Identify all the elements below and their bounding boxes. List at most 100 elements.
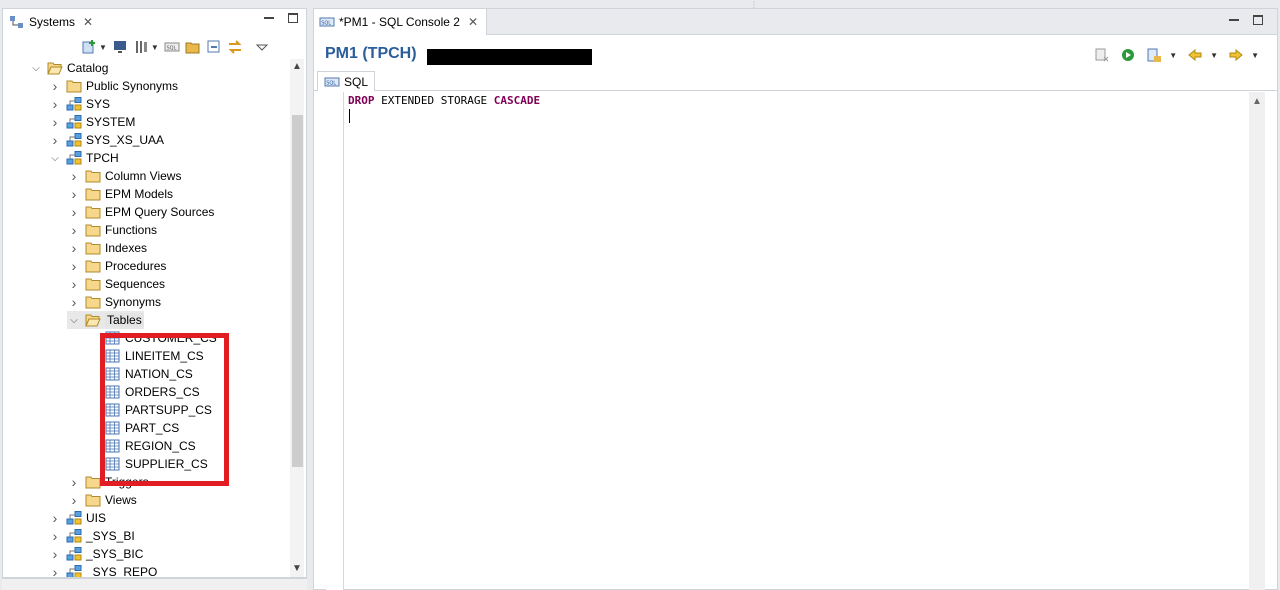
sql-tabbar: SQL SQL — [314, 71, 1277, 91]
chevron-right-icon[interactable]: › — [48, 114, 62, 130]
folder-node[interactable]: › EPM Models — [67, 185, 173, 203]
chevron-down-icon[interactable]: ⌵ — [48, 153, 62, 164]
close-icon[interactable]: ✕ — [83, 15, 93, 29]
history-icon[interactable] — [1146, 47, 1162, 63]
folder-node[interactable]: › Functions — [67, 221, 157, 239]
table-node[interactable]: CUSTOMER_CS — [87, 329, 217, 347]
open-folder-icon[interactable] — [185, 39, 201, 55]
folder-node[interactable]: › Procedures — [67, 257, 167, 275]
tab-systems[interactable]: Systems ✕ — [3, 9, 99, 35]
sql-editor[interactable]: DROP EXTENDED STORAGE CASCADE ▲ — [314, 92, 1277, 590]
tree-node-label: EPM Query Sources — [105, 205, 215, 219]
chevron-right-icon[interactable]: › — [67, 222, 81, 238]
scroll-up-icon[interactable]: ▲ — [290, 61, 304, 75]
folder-icon — [85, 313, 101, 327]
schema-icon — [66, 529, 82, 543]
tree-scrollbar[interactable]: ▲ ▼ — [290, 59, 304, 577]
chevron-right-icon[interactable]: › — [48, 510, 62, 526]
schema-node[interactable]: › _SYS_BI — [48, 527, 135, 545]
chevron-right-icon[interactable]: › — [48, 96, 62, 112]
maximize-button[interactable] — [288, 13, 298, 23]
schema-node[interactable]: › SYSTEM — [48, 113, 136, 131]
clear-icon[interactable] — [1094, 47, 1110, 63]
chevron-down-icon[interactable]: ▼ — [1210, 51, 1218, 60]
minimize-button[interactable] — [264, 17, 274, 26]
folder-node[interactable]: › Synonyms — [67, 293, 161, 311]
schema-node[interactable]: › _SYS_REPO — [48, 563, 157, 577]
folder-icon — [66, 79, 82, 93]
forward-arrow-icon[interactable] — [1228, 47, 1244, 63]
scroll-up-icon[interactable]: ▲ — [1249, 96, 1265, 107]
table-node[interactable]: REGION_CS — [87, 437, 196, 455]
sql-statement[interactable]: DROP EXTENDED STORAGE CASCADE — [348, 94, 540, 107]
chevron-right-icon[interactable]: › — [67, 204, 81, 220]
schema-node[interactable]: › SYS_XS_UAA — [48, 131, 164, 149]
table-node[interactable]: NATION_CS — [87, 365, 193, 383]
tab-systems-label: Systems — [29, 15, 76, 29]
folder-node[interactable]: › Views — [67, 491, 137, 509]
schema-node[interactable]: › _SYS_BIC — [48, 545, 144, 563]
monitor-icon[interactable] — [112, 39, 128, 55]
chevron-right-icon[interactable]: › — [48, 132, 62, 148]
sql-icon[interactable]: SQL — [164, 39, 180, 55]
chevron-right-icon[interactable]: › — [48, 78, 62, 94]
folder-node[interactable]: › Column Views — [67, 167, 182, 185]
chevron-right-icon[interactable]: › — [48, 564, 62, 577]
table-icon — [105, 349, 121, 363]
tree-node-label: PARTSUPP_CS — [125, 403, 212, 417]
folder-node[interactable]: ⌵ Tables — [67, 311, 144, 329]
folder-node[interactable]: › Indexes — [67, 239, 147, 257]
chevron-down-icon[interactable]: ⌵ — [29, 63, 43, 74]
link-editor-icon[interactable] — [227, 39, 243, 55]
table-node[interactable]: ORDERS_CS — [87, 383, 200, 401]
chevron-right-icon[interactable]: › — [67, 186, 81, 202]
table-node[interactable]: LINEITEM_CS — [87, 347, 204, 365]
close-icon[interactable]: ✕ — [468, 15, 478, 29]
tree-node-label: EPM Models — [105, 187, 174, 201]
run-icon[interactable] — [1120, 47, 1136, 63]
view-menu-icon[interactable] — [254, 39, 270, 55]
chevron-down-icon[interactable]: ▼ — [1251, 51, 1259, 60]
tab-sql-console[interactable]: SQL *PM1 - SQL Console 2 ✕ — [314, 9, 488, 35]
chevron-right-icon[interactable]: › — [67, 276, 81, 292]
folder-node[interactable]: › Triggers — [67, 473, 149, 491]
table-node[interactable]: PART_CS — [87, 419, 179, 437]
add-system-icon[interactable] — [81, 39, 97, 55]
maximize-button[interactable] — [1253, 15, 1263, 25]
table-node[interactable]: PARTSUPP_CS — [87, 401, 212, 419]
folder-node[interactable]: › EPM Query Sources — [67, 203, 215, 221]
bottom-tab-strip — [2, 578, 307, 590]
scroll-down-icon[interactable]: ▼ — [290, 563, 304, 577]
chevron-down-icon[interactable]: ▼ — [1169, 51, 1177, 60]
folder-icon — [85, 241, 101, 255]
minimize-button[interactable] — [1229, 19, 1239, 28]
chevron-right-icon[interactable]: › — [67, 474, 81, 490]
schema-node[interactable]: ⌵ TPCH — [48, 149, 119, 167]
chevron-right-icon[interactable]: › — [67, 258, 81, 274]
folder-node[interactable]: ⌵ Catalog — [29, 59, 108, 77]
table-node[interactable]: SUPPLIER_CS — [87, 455, 208, 473]
scroll-thumb[interactable] — [292, 115, 303, 467]
schema-node[interactable]: › SYS — [48, 95, 110, 113]
folder-node[interactable]: › Sequences — [67, 275, 165, 293]
folder-icon — [85, 295, 101, 309]
chevron-right-icon[interactable]: › — [48, 546, 62, 562]
chevron-down-icon[interactable]: ▼ — [151, 43, 159, 52]
chevron-right-icon[interactable]: › — [67, 240, 81, 256]
tree-node-label: Tables — [105, 313, 144, 327]
chevron-right-icon[interactable]: › — [67, 294, 81, 310]
chevron-right-icon[interactable]: › — [67, 492, 81, 508]
chevron-right-icon[interactable]: › — [67, 168, 81, 184]
chevron-down-icon[interactable]: ▼ — [99, 43, 107, 52]
chevron-right-icon[interactable]: › — [48, 528, 62, 544]
back-arrow-icon[interactable] — [1187, 47, 1203, 63]
tools-icon[interactable] — [133, 39, 149, 55]
tab-sql[interactable]: SQL SQL — [317, 71, 376, 91]
folder-node[interactable]: › Public Synonyms — [48, 77, 178, 95]
collapse-all-icon[interactable] — [206, 39, 222, 55]
folder-icon — [85, 259, 101, 273]
schema-node[interactable]: › UIS — [48, 509, 106, 527]
editor-scrollbar[interactable]: ▲ — [1249, 92, 1265, 590]
chevron-down-icon[interactable]: ⌵ — [67, 315, 81, 326]
sql-keyword: CASCADE — [493, 94, 541, 107]
